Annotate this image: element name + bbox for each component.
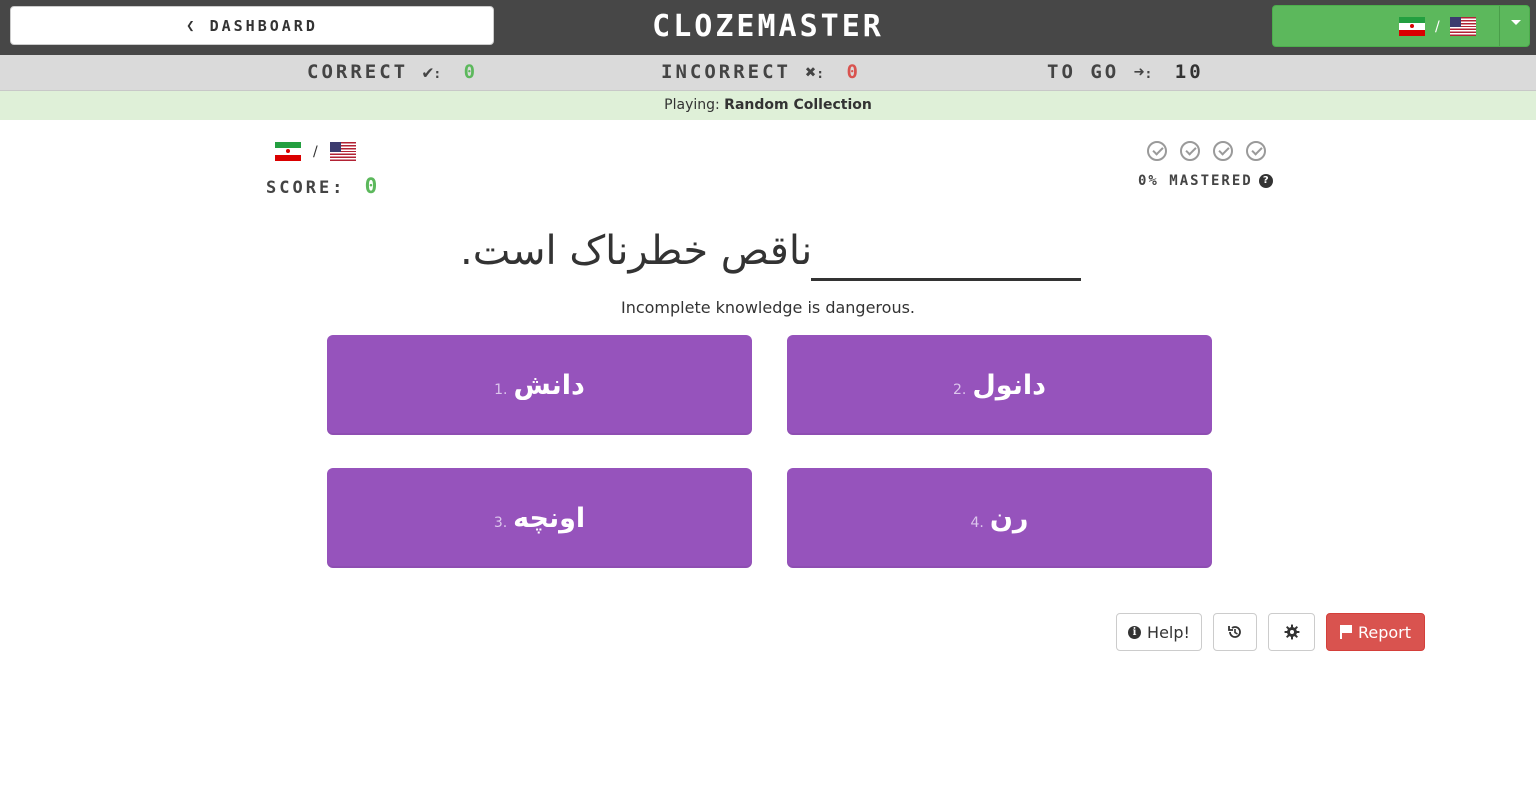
correct-stat: CORRECT ✔: 0 [307,61,479,83]
option-button-2[interactable]: 2. دانول [787,335,1212,435]
top-bar: ❮ DASHBOARD CLOZEMASTER / [0,0,1536,55]
score-label: SCORE: [266,178,346,198]
option-button-4[interactable]: 4. رن [787,468,1212,568]
collection-name: Random Collection [724,97,872,113]
x-icon: ✖ [805,62,817,83]
correct-count: 0 [463,61,479,83]
check-icon: ✔ [422,62,434,83]
togo-stat: TO GO ➜: 10 [1047,61,1204,83]
check-circle-icon [1180,141,1200,161]
translation-text: Incomplete knowledge is dangerous. [620,298,916,317]
arrow-right-icon: ➜ [1133,62,1145,83]
stats-bar: CORRECT ✔: 0 INCORRECT ✖: 0 TO GO ➜: 10 [0,55,1536,91]
language-pair: / [275,142,356,161]
us-flag-icon [329,142,356,161]
sentence-text: ناقص خطرناک است. [460,228,813,274]
check-circle-icon [1147,141,1167,161]
option-button-1[interactable]: 1. دانش [327,335,752,435]
mastery-checks [1147,141,1266,161]
gear-icon [1284,624,1299,640]
flag-icon [1339,625,1352,639]
iran-flag-icon [275,142,301,161]
history-icon [1228,626,1241,638]
report-button[interactable]: Report [1326,613,1425,651]
score-value: 0 [364,174,381,198]
check-circle-icon [1246,141,1266,161]
incorrect-stat: INCORRECT ✖: 0 [661,61,861,83]
check-circle-icon [1213,141,1233,161]
iran-flag-icon [1399,17,1425,36]
mastered-label: 0% MASTERED ? [1138,173,1273,189]
togo-count: 10 [1174,61,1204,83]
playing-banner: Playing: Random Collection [0,91,1536,120]
incorrect-count: 0 [846,61,861,83]
settings-button[interactable] [1268,613,1315,651]
help-button[interactable]: i Help! [1116,613,1202,651]
playing-prefix: Playing: [664,97,720,113]
info-circle-icon: i [1128,625,1142,639]
score-display: SCORE: 0 [266,174,380,198]
us-flag-icon [1449,17,1476,36]
history-button[interactable] [1213,613,1257,651]
option-button-3[interactable]: 3. اونچه [327,468,752,568]
lang-separator: / [1435,18,1440,35]
question-circle-icon[interactable]: ? [1258,174,1273,188]
answer-blank [811,278,1081,281]
caret-down-icon [1511,20,1521,25]
cloze-sentence: ناقص خطرناک است. [460,222,1090,286]
language-pair-dropdown[interactable]: / [1272,5,1530,47]
